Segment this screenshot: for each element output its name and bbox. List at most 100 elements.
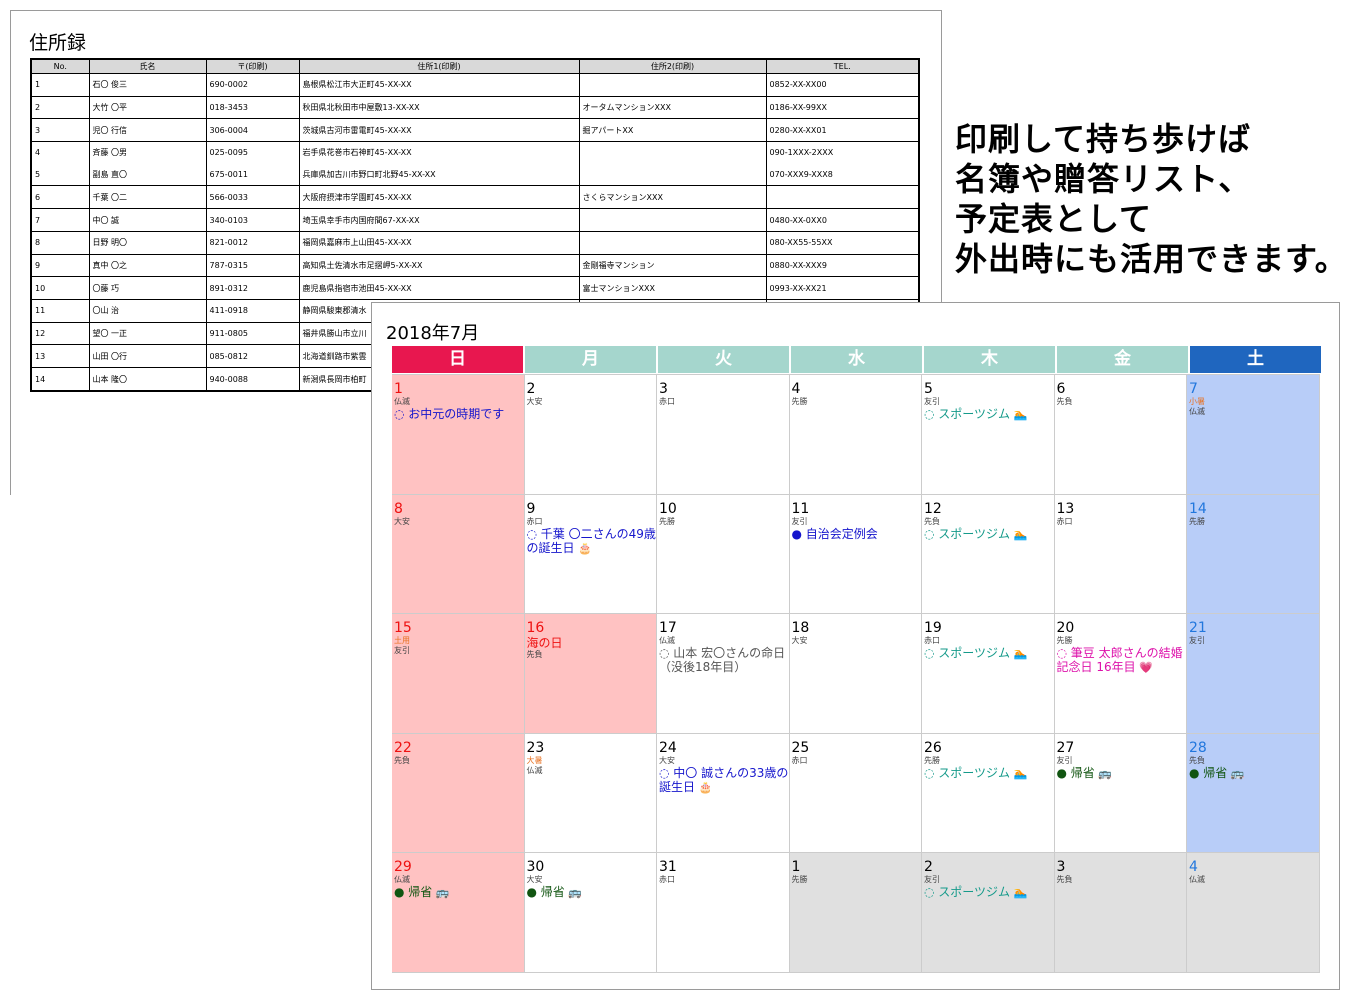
rokuyo-label: 先負 bbox=[924, 516, 940, 526]
calendar-day-cell[interactable]: 4 仏滅 bbox=[1187, 853, 1320, 973]
address-table-row[interactable]: 4 斉藤 〇男 025-0095 岩手県花巻市石神町45-XX-XX 090-1XXX-… bbox=[30, 141, 920, 164]
address-table-row[interactable]: 1 石〇 俊三 690-0002 島根県松江市大正町45-XX-XX 0852-XX-X… bbox=[30, 73, 920, 97]
calendar-event[interactable]: ● 帰省 🚌 bbox=[1189, 766, 1319, 781]
day-number: 2 bbox=[924, 859, 933, 876]
cell-address1: 島根県松江市大正町45-XX-XX bbox=[298, 73, 580, 97]
calendar-day-cell[interactable]: 9 赤口 ◌ 千葉 〇二さんの49歳の誕生日 🎂 bbox=[524, 494, 657, 615]
calendar-day-cell[interactable]: 18 大安 bbox=[789, 614, 922, 734]
calendar-day-cell[interactable]: 2 友引 ◌ スポーツジム 🏊 bbox=[922, 853, 1055, 973]
dot-icon: ● bbox=[526, 885, 541, 900]
cell-tel: 0993-XX-XX21 bbox=[765, 276, 920, 300]
address-table-row[interactable]: 8 日野 明〇 821-0012 福岡県嘉麻市上山田45-XX-XX 080-XX55-… bbox=[30, 231, 920, 255]
calendar-day-cell[interactable]: 25 赤口 bbox=[789, 733, 922, 854]
calendar-event[interactable]: ◌ お中元の時期です bbox=[394, 407, 524, 421]
calendar-day-cell[interactable]: 22 先負 bbox=[392, 733, 525, 854]
calendar-day-cell[interactable]: 15 土用 友引 bbox=[392, 614, 525, 734]
address-table-row[interactable]: 5 副島 直〇 675-0011 兵庫県加古川市野口町北野45-XX-XX 070-XX… bbox=[30, 163, 920, 187]
calendar-day-cell[interactable]: 29 仏滅 ● 帰省 🚌 bbox=[392, 853, 525, 973]
calendar-day-cell[interactable]: 16 海の日 先負 bbox=[524, 614, 657, 734]
address-table-row[interactable]: 10 〇藤 巧 891-0312 鹿児島県指宿市池田45-XX-XX 富士マンションXX… bbox=[30, 276, 920, 300]
calendar-event[interactable]: ◌ 山本 宏〇さんの命日（没後18年目） bbox=[659, 646, 789, 674]
rokuyo-label: 赤口 bbox=[659, 397, 675, 406]
calendar-day-cell[interactable]: 1 先勝 bbox=[789, 853, 922, 973]
calendar-day-cell[interactable]: 8 大安 bbox=[392, 494, 525, 615]
calendar-day-cell[interactable]: 27 友引 ● 帰省 🚌 bbox=[1054, 733, 1187, 854]
event-text: 筆豆 太郎さんの結婚記念日 16年目 bbox=[1056, 646, 1183, 675]
event-sticker-icon: 🚌 bbox=[1094, 766, 1113, 780]
calendar-event[interactable]: ◌ 筆豆 太郎さんの結婚記念日 16年目 💗 bbox=[1057, 646, 1187, 675]
repeat-icon: ◌ bbox=[659, 765, 674, 780]
calendar-event[interactable]: ● 帰省 🚌 bbox=[1057, 766, 1187, 781]
calendar-day-cell[interactable]: 19 赤口 ◌ スポーツジム 🏊 bbox=[922, 614, 1055, 734]
cell-zip: 821-0012 bbox=[205, 231, 300, 255]
calendar-event[interactable]: ◌ 中〇 誠さんの33歳の誕生日 🎂 bbox=[659, 766, 789, 795]
calendar-day-cell[interactable]: 1 仏滅 ◌ お中元の時期です bbox=[392, 375, 525, 495]
event-sticker-icon: 🏊 bbox=[1010, 647, 1028, 661]
repeat-icon: ◌ bbox=[924, 646, 939, 661]
event-text: 帰省 bbox=[540, 885, 565, 900]
day-number: 4 bbox=[791, 381, 801, 397]
calendar-day-cell[interactable]: 23 大暑 仏滅 bbox=[524, 733, 657, 854]
calendar-day-cell[interactable]: 12 先負 ◌ スポーツジム 🏊 bbox=[922, 494, 1055, 615]
calendar-event[interactable]: ◌ スポーツジム 🏊 bbox=[924, 646, 1054, 661]
day-number: 13 bbox=[1056, 500, 1075, 517]
calendar-day-cell[interactable]: 3 先負 bbox=[1054, 853, 1187, 973]
address-table-row[interactable]: 3 児〇 行信 306-0004 茨城県古河市雷電町45-XX-XX 掘アパートXX 02… bbox=[30, 118, 920, 143]
calendar-day-cell[interactable]: 28 先負 ● 帰省 🚌 bbox=[1187, 733, 1320, 854]
weekday-header: 木 bbox=[924, 346, 1055, 373]
calendar-day-cell[interactable]: 5 友引 ◌ スポーツジム 🏊 bbox=[922, 375, 1055, 495]
day-number: 4 bbox=[1189, 859, 1198, 876]
calendar-day-cell[interactable]: 21 友引 bbox=[1187, 614, 1320, 734]
rokuyo-label: 大安 bbox=[659, 755, 675, 765]
cell-zip: 787-0315 bbox=[205, 254, 300, 278]
rokuyo-label: 先勝 bbox=[1056, 636, 1073, 646]
cell-address2 bbox=[578, 208, 767, 232]
col-header-address1: 住所1(印刷) bbox=[298, 58, 580, 74]
calendar-day-cell[interactable]: 6 先負 bbox=[1054, 375, 1187, 495]
calendar-day-cell[interactable]: 14 先勝 bbox=[1187, 494, 1320, 615]
calendar-day-cell[interactable]: 11 友引 ● 自治会定例会 bbox=[789, 494, 922, 615]
cell-no: 11 bbox=[30, 299, 90, 323]
event-text: 自治会定例会 bbox=[805, 526, 878, 541]
calendar-day-cell[interactable]: 30 大安 ● 帰省 🚌 bbox=[524, 853, 657, 973]
address-table-row[interactable]: 9 真中 〇之 787-0315 高知県土佐清水市足摺岬5-XX-XX 金剛福寺マンショ… bbox=[30, 254, 920, 278]
calendar-day-cell[interactable]: 13 赤口 bbox=[1054, 494, 1187, 615]
cell-no: 12 bbox=[30, 322, 90, 346]
cell-no: 4 bbox=[30, 141, 90, 164]
event-sticker-icon: 🚌 bbox=[1227, 766, 1245, 780]
cell-no: 1 bbox=[30, 73, 90, 97]
seasonal-term: 大暑 bbox=[526, 755, 543, 765]
rokuyo-label: 先勝 bbox=[1189, 516, 1205, 526]
calendar-day-cell[interactable]: 26 先勝 ◌ スポーツジム 🏊 bbox=[922, 733, 1055, 854]
calendar-day-cell[interactable]: 31 赤口 bbox=[657, 853, 790, 973]
calendar-day-cell[interactable]: 3 赤口 bbox=[657, 375, 790, 495]
address-book-title: 住所録 bbox=[29, 32, 87, 54]
address-table-row[interactable]: 7 中〇 誠 340-0103 埼玉県幸手市内国府間67-XX-XX 0480-XX-0… bbox=[30, 208, 920, 232]
calendar-event[interactable]: ◌ 千葉 〇二さんの49歳の誕生日 🎂 bbox=[527, 527, 657, 556]
calendar-day-cell[interactable]: 7 小暑 仏滅 bbox=[1187, 375, 1320, 495]
calendar-day-cell[interactable]: 4 先勝 bbox=[789, 375, 922, 495]
seasonal-term: 小暑 bbox=[1189, 397, 1205, 406]
calendar-day-cell[interactable]: 10 先勝 bbox=[657, 494, 790, 615]
day-number: 30 bbox=[526, 859, 545, 876]
calendar-day-cell[interactable]: 20 先勝 ◌ 筆豆 太郎さんの結婚記念日 16年目 💗 bbox=[1054, 614, 1187, 734]
calendar-event[interactable]: ◌ スポーツジム 🏊 bbox=[924, 527, 1054, 542]
calendar-event[interactable]: ◌ スポーツジム 🏊 bbox=[924, 885, 1054, 900]
calendar-event[interactable]: ● 帰省 🚌 bbox=[394, 885, 524, 900]
calendar-event[interactable]: ● 帰省 🚌 bbox=[527, 885, 657, 900]
cell-address1: 福岡県嘉麻市上山田45-XX-XX bbox=[298, 231, 580, 255]
calendar-day-cell[interactable]: 24 大安 ◌ 中〇 誠さんの33歳の誕生日 🎂 bbox=[657, 733, 790, 854]
rokuyo-label: 赤口 bbox=[924, 636, 940, 646]
dot-icon: ● bbox=[791, 526, 806, 541]
calendar-event[interactable]: ◌ スポーツジム 🏊 bbox=[924, 766, 1054, 781]
calendar-event[interactable]: ● 自治会定例会 bbox=[792, 527, 922, 541]
rokuyo-label: 仏滅 bbox=[526, 765, 543, 775]
repeat-icon: ◌ bbox=[924, 765, 939, 780]
address-table-row[interactable]: 6 千葉 〇二 566-0033 大阪府摂津市学園町45-XX-XX さくらマンションX… bbox=[30, 185, 920, 210]
address-table-row[interactable]: 2 大竹 〇平 018-3453 秋田県北秋田市中屋敷13-XX-XX オータムマンショ… bbox=[30, 96, 920, 120]
calendar-grid: 日月火水木金土 1 仏滅 ◌ お中元の時期です 2 大安 3 赤口 4 先勝 5 友引 ◌ スポーツジ… bbox=[392, 346, 1321, 973]
calendar-day-cell[interactable]: 2 大安 bbox=[524, 375, 657, 495]
calendar-day-cell[interactable]: 17 仏滅 ◌ 山本 宏〇さんの命日（没後18年目） bbox=[657, 614, 790, 734]
cell-address1: 秋田県北秋田市中屋敷13-XX-XX bbox=[298, 96, 580, 120]
calendar-event[interactable]: ◌ スポーツジム 🏊 bbox=[924, 407, 1054, 422]
